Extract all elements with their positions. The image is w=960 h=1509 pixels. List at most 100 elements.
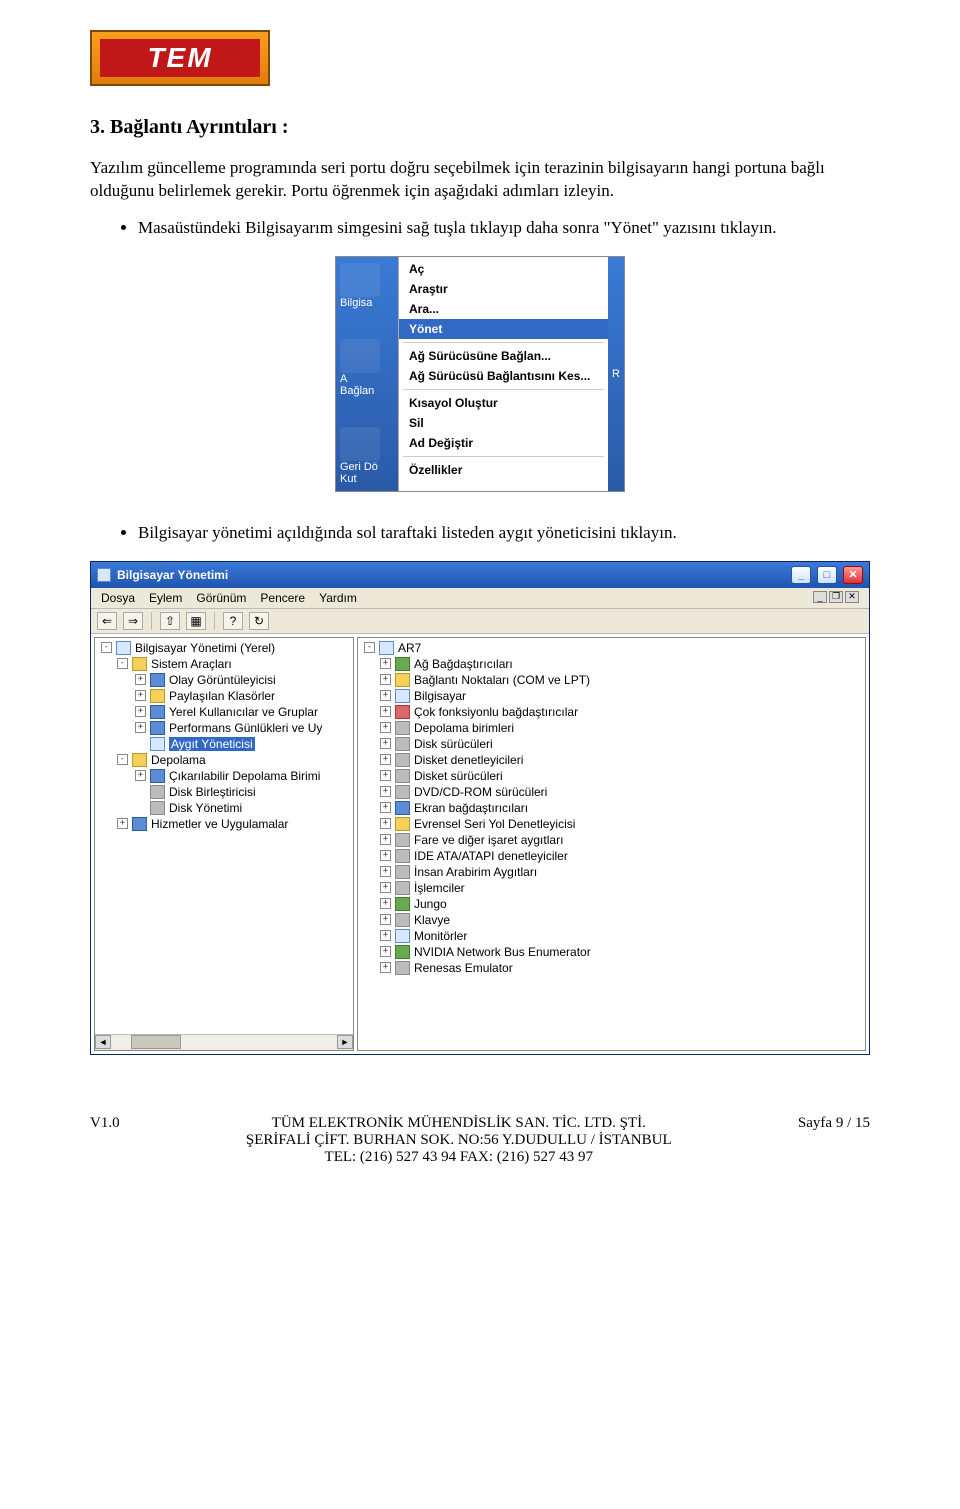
right-tree-node[interactable]: +DVD/CD-ROM sürücüleri	[362, 784, 865, 800]
context-menu-item[interactable]: Araştır	[399, 279, 608, 299]
scroll-right-button[interactable]: ►	[337, 1035, 353, 1049]
child-minimize-button[interactable]: _	[813, 591, 827, 603]
right-tree-node[interactable]: +Disket denetleyicileri	[362, 752, 865, 768]
maximize-button[interactable]: □	[817, 566, 837, 584]
right-tree-node[interactable]: +Depolama birimleri	[362, 720, 865, 736]
tree-toggle-icon[interactable]: +	[380, 866, 391, 877]
left-tree-pane[interactable]: -Bilgisayar Yönetimi (Yerel)-Sistem Araç…	[94, 637, 354, 1051]
tree-toggle-icon[interactable]: +	[380, 802, 391, 813]
context-menu-item[interactable]: Ara...	[399, 299, 608, 319]
right-tree-node[interactable]: +Klavye	[362, 912, 865, 928]
tree-toggle-icon[interactable]: +	[380, 930, 391, 941]
minimize-button[interactable]: _	[791, 566, 811, 584]
right-tree-node[interactable]: +İşlemciler	[362, 880, 865, 896]
tree-toggle-icon[interactable]: -	[117, 754, 128, 765]
right-tree-node[interactable]: +Renesas Emulator	[362, 960, 865, 976]
right-tree-node[interactable]: +Ekran bağdaştırıcıları	[362, 800, 865, 816]
right-tree-node[interactable]: +Disk sürücüleri	[362, 736, 865, 752]
tree-toggle-icon[interactable]: +	[380, 786, 391, 797]
tree-toggle-icon[interactable]: +	[380, 946, 391, 957]
tree-toggle-icon[interactable]: +	[380, 738, 391, 749]
tree-toggle-icon[interactable]: +	[380, 850, 391, 861]
help-button[interactable]: ?	[223, 612, 243, 630]
right-tree-node[interactable]: +Ağ Bağdaştırıcıları	[362, 656, 865, 672]
window-titlebar[interactable]: Bilgisayar Yönetimi _ □ ✕	[91, 562, 869, 588]
left-tree-node[interactable]: +Hizmetler ve Uygulamalar	[99, 816, 353, 832]
tree-toggle-icon[interactable]: +	[380, 722, 391, 733]
context-menu-item[interactable]: Ad Değiştir	[399, 433, 608, 453]
tree-toggle-icon[interactable]: +	[380, 898, 391, 909]
tree-toggle-icon[interactable]: +	[380, 690, 391, 701]
context-menu-item[interactable]: Ağ Sürücüsüne Bağlan...	[399, 346, 608, 366]
tree-toggle-icon[interactable]: +	[380, 882, 391, 893]
child-restore-button[interactable]: ❐	[829, 591, 843, 603]
right-tree-node[interactable]: +Çok fonksiyonlu bağdaştırıcılar	[362, 704, 865, 720]
left-tree-node[interactable]: +Paylaşılan Klasörler	[99, 688, 353, 704]
scroll-left-button[interactable]: ◄	[95, 1035, 111, 1049]
tree-node-icon	[132, 657, 147, 671]
tree-toggle-icon[interactable]: -	[364, 642, 375, 653]
forward-button[interactable]: ⇒	[123, 612, 143, 630]
left-tree-node[interactable]: Disk Yönetimi	[99, 800, 353, 816]
tree-node-icon	[132, 817, 147, 831]
left-tree-node[interactable]: +Yerel Kullanıcılar ve Gruplar	[99, 704, 353, 720]
tree-toggle-icon[interactable]: +	[135, 690, 146, 701]
up-button[interactable]: ⇧	[160, 612, 180, 630]
tree-toggle-icon[interactable]: +	[380, 962, 391, 973]
context-menu-item[interactable]: Yönet	[399, 319, 608, 339]
right-tree-node[interactable]: +Disket sürücüleri	[362, 768, 865, 784]
menu-file[interactable]: Dosya	[101, 591, 135, 605]
tree-toggle-icon[interactable]: +	[380, 770, 391, 781]
tree-toggle-icon[interactable]: -	[117, 658, 128, 669]
left-tree-node[interactable]: -Sistem Araçları	[99, 656, 353, 672]
right-tree-node[interactable]: -AR7	[362, 640, 865, 656]
left-tree-node[interactable]: +Performans Günlükleri ve Uy	[99, 720, 353, 736]
close-button[interactable]: ✕	[843, 566, 863, 584]
tree-toggle-icon[interactable]: +	[380, 754, 391, 765]
context-menu-item[interactable]: Aç	[399, 259, 608, 279]
context-menu-item[interactable]: Özellikler	[399, 460, 608, 480]
right-tree-node[interactable]: +Bağlantı Noktaları (COM ve LPT)	[362, 672, 865, 688]
right-tree-node[interactable]: +Bilgisayar	[362, 688, 865, 704]
tree-toggle-icon[interactable]: -	[101, 642, 112, 653]
left-tree-node[interactable]: -Bilgisayar Yönetimi (Yerel)	[99, 640, 353, 656]
desktop-label-2: Geri Dö Kut	[340, 461, 394, 485]
horizontal-scrollbar[interactable]: ◄ ►	[95, 1034, 353, 1050]
left-tree-node[interactable]: Aygıt Yöneticisi	[99, 736, 353, 752]
right-tree-node[interactable]: +Evrensel Seri Yol Denetleyicisi	[362, 816, 865, 832]
tree-toggle-icon[interactable]: +	[380, 706, 391, 717]
tree-toggle-icon[interactable]: +	[135, 674, 146, 685]
tree-toggle-icon[interactable]: +	[380, 658, 391, 669]
left-tree-node[interactable]: Disk Birleştiricisi	[99, 784, 353, 800]
tree-toggle-icon[interactable]: +	[135, 722, 146, 733]
right-tree-node[interactable]: +IDE ATA/ATAPI denetleyiciler	[362, 848, 865, 864]
tree-toggle-icon[interactable]: +	[135, 770, 146, 781]
right-tree-pane[interactable]: -AR7+Ağ Bağdaştırıcıları+Bağlantı Noktal…	[357, 637, 866, 1051]
refresh-button[interactable]: ↻	[249, 612, 269, 630]
tree-toggle-icon[interactable]: +	[380, 674, 391, 685]
menu-action[interactable]: Eylem	[149, 591, 182, 605]
right-tree-node[interactable]: +Monitörler	[362, 928, 865, 944]
tree-toggle-icon[interactable]: +	[380, 818, 391, 829]
properties-button[interactable]: ▦	[186, 612, 206, 630]
tree-toggle-icon[interactable]: +	[135, 706, 146, 717]
child-close-button[interactable]: ✕	[845, 591, 859, 603]
right-tree-node[interactable]: +İnsan Arabirim Aygıtları	[362, 864, 865, 880]
context-menu-item[interactable]: Sil	[399, 413, 608, 433]
context-menu-item[interactable]: Kısayol Oluştur	[399, 393, 608, 413]
tree-toggle-icon[interactable]: +	[380, 834, 391, 845]
back-button[interactable]: ⇐	[97, 612, 117, 630]
tree-toggle-icon[interactable]: +	[380, 914, 391, 925]
menu-window[interactable]: Pencere	[260, 591, 305, 605]
context-menu-item[interactable]: Ağ Sürücüsü Bağlantısını Kes...	[399, 366, 608, 386]
menu-help[interactable]: Yardım	[319, 591, 357, 605]
tree-toggle-icon[interactable]: +	[117, 818, 128, 829]
left-tree-node[interactable]: +Çıkarılabilir Depolama Birimi	[99, 768, 353, 784]
left-tree-node[interactable]: +Olay Görüntüleyicisi	[99, 672, 353, 688]
left-tree-node[interactable]: -Depolama	[99, 752, 353, 768]
right-tree-node[interactable]: +Fare ve diğer işaret aygıtları	[362, 832, 865, 848]
right-tree-node[interactable]: +NVIDIA Network Bus Enumerator	[362, 944, 865, 960]
right-tree-node[interactable]: +Jungo	[362, 896, 865, 912]
scroll-thumb[interactable]	[131, 1035, 181, 1049]
menu-view[interactable]: Görünüm	[196, 591, 246, 605]
